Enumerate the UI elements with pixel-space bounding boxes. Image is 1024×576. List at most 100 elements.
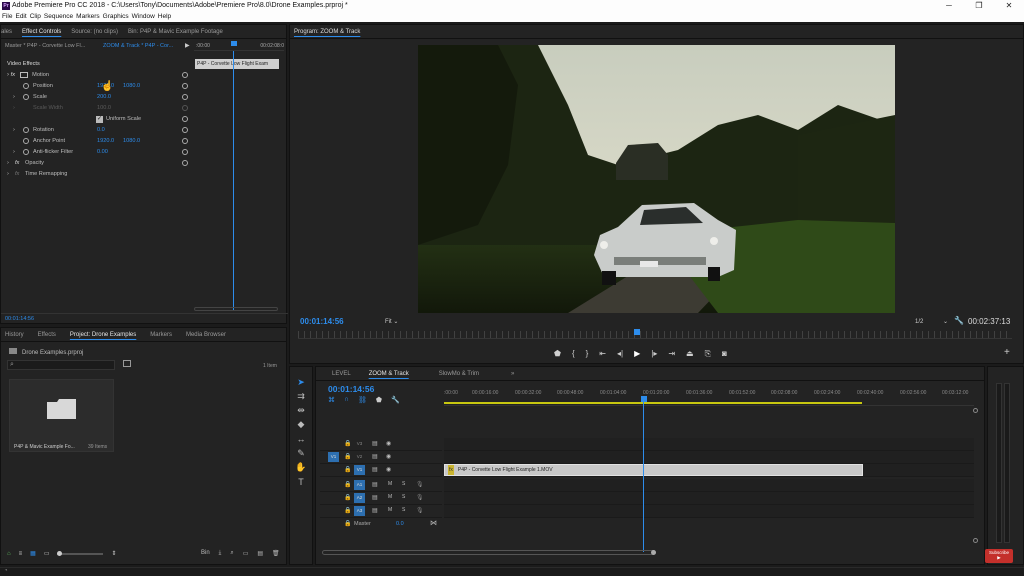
track-select-tool-icon[interactable]: ⇉ — [295, 390, 307, 402]
sync-lock-icon[interactable]: ▤ — [372, 507, 378, 514]
reset-icon[interactable] — [182, 72, 188, 78]
close-button[interactable]: ✕ — [994, 0, 1024, 12]
microphone-icon[interactable]: 🎙 — [416, 494, 424, 501]
horizontal-zoom-scrollbar[interactable] — [322, 550, 656, 556]
sync-lock-icon[interactable]: ▤ — [372, 481, 378, 488]
menu-clip[interactable]: Clip — [30, 12, 41, 22]
new-bin-from-search-icon[interactable] — [123, 360, 131, 367]
export-frame-icon[interactable]: ◙ — [722, 349, 727, 359]
type-tool-icon[interactable]: T — [295, 476, 307, 488]
microphone-icon[interactable]: 🎙 — [416, 481, 424, 488]
tab-effect-controls[interactable]: Effect Controls — [22, 29, 61, 35]
track-lane-v2[interactable] — [444, 451, 974, 464]
solo-button[interactable]: S — [402, 481, 405, 487]
tab-scopes[interactable]: ales — [1, 29, 12, 35]
program-playhead[interactable] — [634, 329, 640, 335]
anti-flicker-value[interactable]: 0.00 — [97, 147, 108, 158]
mute-button[interactable]: M — [388, 494, 392, 500]
timeline-playhead-head[interactable] — [641, 396, 647, 402]
sync-lock-icon[interactable]: ▤ — [372, 494, 378, 501]
sync-lock-icon[interactable]: ▤ — [372, 453, 378, 460]
menu-graphics[interactable]: Graphics — [103, 12, 129, 22]
icon-view-icon[interactable]: ▦ — [30, 550, 36, 557]
sync-lock-icon[interactable]: ▤ — [372, 466, 378, 473]
tab-history[interactable]: History — [5, 332, 24, 338]
step-back-icon[interactable]: ◂| — [617, 349, 623, 359]
scale-value[interactable]: 200.0 — [97, 92, 111, 103]
lock-icon[interactable]: 🔒 — [344, 481, 351, 488]
timeline-timecode[interactable]: 00:01:14:56 — [328, 384, 374, 394]
tab-bin[interactable]: Bin: P4P & Mavic Example Footage — [128, 29, 223, 35]
track-header-master[interactable]: 🔒 Master 0.0 ⋈ — [320, 518, 442, 531]
source-patch-v1[interactable]: V1 — [328, 452, 339, 462]
master-volume[interactable]: 0.0 — [396, 521, 404, 527]
sync-lock-icon[interactable]: ▤ — [372, 440, 378, 447]
solo-button[interactable]: S — [402, 494, 405, 500]
mini-timeline-ruler[interactable]: :00:00 00:02:08:0 — [194, 41, 284, 51]
thumbnail-zoom-slider[interactable] — [57, 550, 104, 556]
tab-slowmo-trim[interactable]: SlowMo & Trim — [439, 371, 479, 377]
reset-icon[interactable] — [182, 116, 188, 122]
track-header-a1[interactable]: 🔒 A1 ▤ M S 🎙 — [320, 479, 442, 492]
mute-button[interactable]: M — [388, 481, 392, 487]
sequence-clip-label[interactable]: ZOOM & Track * P4P - Cor... — [103, 43, 173, 49]
mini-zoom-scrollbar[interactable] — [194, 307, 278, 311]
extract-icon[interactable]: ⎘ — [705, 349, 711, 359]
rotation-value[interactable]: 0.0 — [97, 125, 105, 136]
wrench-icon[interactable]: 🔧 — [391, 396, 400, 404]
play-icon[interactable]: ▶ — [634, 349, 640, 359]
trash-icon[interactable]: 🗑 — [272, 550, 280, 557]
timeline-ruler[interactable]: :00:00 00:00:16:00 00:00:32:00 00:00:48:… — [444, 388, 974, 406]
nest-icon[interactable]: ⌘ — [328, 396, 335, 404]
tabs-overflow-icon[interactable]: » — [511, 371, 514, 377]
track-label-a2[interactable]: A2 — [354, 493, 365, 503]
wrench-icon[interactable]: 🔧 — [954, 316, 964, 325]
linked-selection-icon[interactable]: ⛓ — [358, 396, 367, 404]
track-header-v1[interactable]: 🔒 V1 ▤ ◉ — [320, 464, 442, 477]
pen-tool-icon[interactable]: ✎ — [295, 447, 307, 459]
work-area-bar[interactable] — [444, 402, 862, 404]
microphone-icon[interactable]: 🎙 — [416, 507, 424, 514]
reset-icon[interactable] — [182, 94, 188, 100]
reset-icon[interactable] — [182, 149, 188, 155]
tab-source[interactable]: Source: (no clips) — [71, 29, 118, 35]
go-to-in-icon[interactable]: ⇤ — [599, 349, 606, 359]
tab-markers[interactable]: Markers — [150, 332, 172, 338]
program-timecode[interactable]: 00:01:14:56 — [300, 317, 344, 326]
track-label-a3[interactable]: A3 — [354, 506, 365, 516]
razor-tool-icon[interactable]: ◆ — [295, 418, 307, 430]
step-forward-icon[interactable]: |▸ — [651, 349, 657, 359]
hand-tool-icon[interactable]: ✋ — [295, 461, 307, 473]
playhead-marker[interactable] — [231, 41, 237, 46]
new-item-icon[interactable]: ▤ — [257, 550, 263, 557]
program-time-ruler[interactable] — [298, 331, 1012, 339]
lock-icon[interactable]: 🔒 — [344, 466, 351, 473]
bin-thumbnail[interactable]: P4P & Mavic Example Fo... 39 Items — [9, 379, 114, 452]
mute-button[interactable]: M — [388, 507, 392, 513]
opacity-row[interactable]: › fx Opacity — [1, 158, 191, 169]
lock-icon[interactable]: ⌂ — [7, 551, 11, 557]
vertical-scrollbar[interactable] — [973, 406, 978, 546]
tab-level[interactable]: LEVEL — [332, 371, 351, 377]
lift-icon[interactable]: ⏏ — [686, 349, 694, 359]
ripple-edit-tool-icon[interactable]: ⇹ — [295, 404, 307, 416]
reset-icon[interactable] — [182, 138, 188, 144]
go-to-out-icon[interactable]: ⇥ — [668, 349, 675, 359]
track-lane-a3[interactable] — [444, 505, 974, 518]
timeline-clip[interactable]: fx P4P - Corvette Low Flight Example 1.MO… — [444, 464, 863, 476]
sort-icon[interactable]: ⇕ — [111, 550, 116, 557]
track-lane-a2[interactable] — [444, 492, 974, 505]
lock-icon[interactable]: 🔒 — [344, 494, 351, 501]
tab-media-browser[interactable]: Media Browser — [186, 332, 226, 338]
stopwatch-icon[interactable] — [23, 94, 29, 100]
project-search-input[interactable]: ⌕ — [7, 360, 115, 370]
menu-window[interactable]: Window — [132, 12, 155, 22]
uniform-scale-checkbox[interactable]: ✓ — [96, 116, 103, 123]
status-icon[interactable]: ◔ — [4, 568, 8, 574]
add-marker-icon[interactable]: ⬟ — [554, 349, 561, 359]
track-label-v1[interactable]: V1 — [354, 465, 365, 475]
anchor-x-value[interactable]: 1920.0 — [97, 136, 114, 147]
tab-effects[interactable]: Effects — [38, 332, 56, 338]
tab-zoom-track[interactable]: ZOOM & Track — [369, 371, 409, 377]
track-label-a1[interactable]: A1 — [354, 480, 365, 490]
